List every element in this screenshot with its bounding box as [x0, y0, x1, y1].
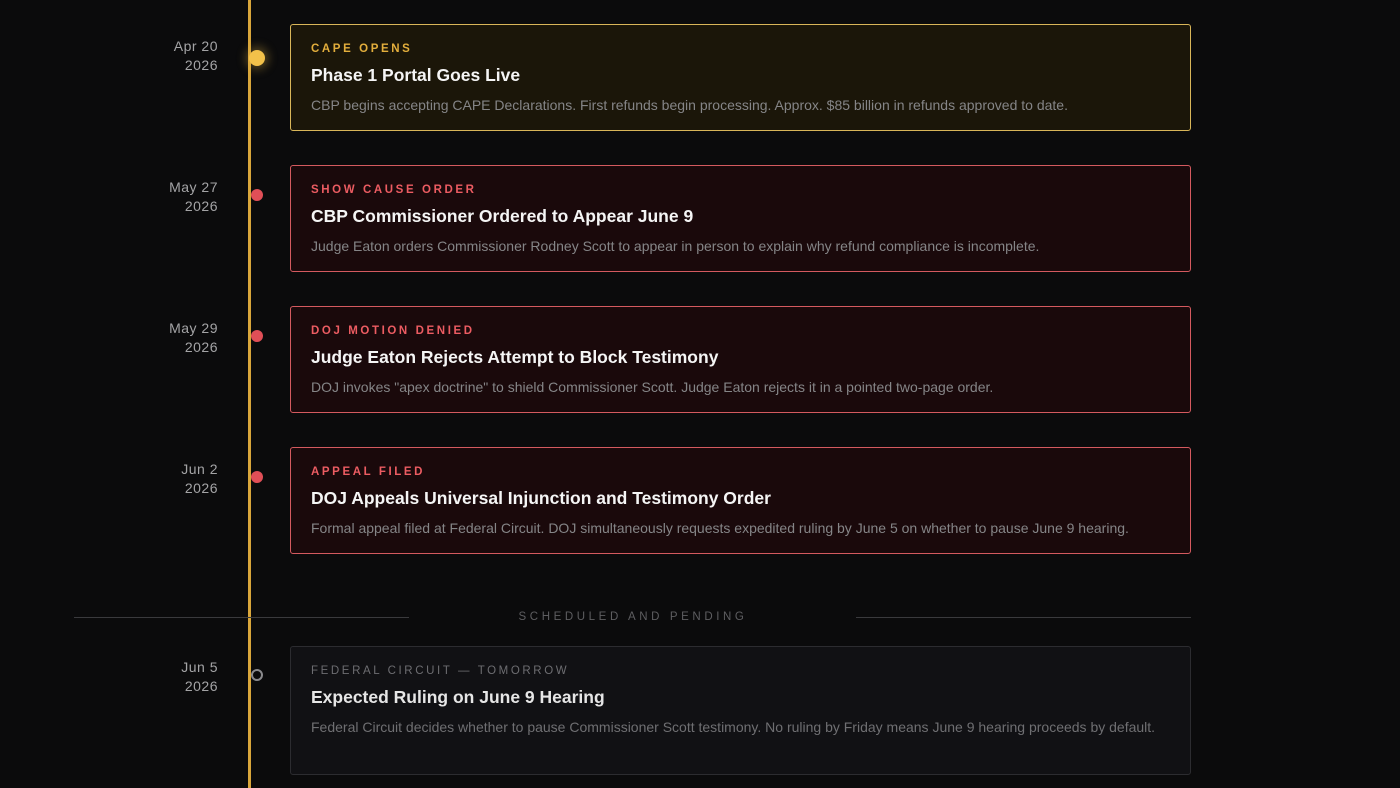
event-date-year: 2026 — [184, 198, 218, 214]
event-description: DOJ invokes "apex doctrine" to shield Co… — [311, 379, 994, 395]
timeline-spine — [248, 0, 251, 788]
event-date-day: Jun 5 — [181, 659, 218, 675]
event-card-cape-opens[interactable]: CAPE OPENS Phase 1 Portal Goes Live CBP … — [290, 24, 1191, 131]
event-date: Jun 5 2026 — [120, 658, 218, 696]
event-tag: DOJ MOTION DENIED — [311, 325, 475, 337]
event-description: Judge Eaton orders Commissioner Rodney S… — [311, 238, 1040, 254]
event-date-day: Apr 20 — [173, 38, 218, 54]
event-card-pending-ruling[interactable]: FEDERAL CIRCUIT — TOMORROW Expected Ruli… — [290, 646, 1191, 775]
event-date: May 27 2026 — [120, 178, 218, 216]
event-card-appeal-filed[interactable]: APPEAL FILED DOJ Appeals Universal Injun… — [290, 447, 1191, 554]
event-tag: FEDERAL CIRCUIT — TOMORROW — [311, 665, 570, 677]
event-description: Federal Circuit decides whether to pause… — [311, 719, 1156, 735]
event-date-year: 2026 — [184, 57, 218, 73]
event-dot-icon — [251, 471, 263, 483]
pending-dot-icon — [251, 669, 263, 681]
event-card-show-cause[interactable]: SHOW CAUSE ORDER CBP Commissioner Ordere… — [290, 165, 1191, 272]
event-description: CBP begins accepting CAPE Declarations. … — [311, 97, 1068, 113]
event-tag: SHOW CAUSE ORDER — [311, 184, 477, 196]
event-date-day: May 29 — [169, 320, 218, 336]
event-title: DOJ Appeals Universal Injunction and Tes… — [311, 488, 771, 508]
event-description: Formal appeal filed at Federal Circuit. … — [311, 520, 1129, 536]
event-date-year: 2026 — [184, 678, 218, 694]
event-date-day: Jun 2 — [181, 461, 218, 477]
section-divider-left — [74, 617, 409, 618]
event-tag: CAPE OPENS — [311, 43, 413, 55]
event-date: Apr 20 2026 — [120, 37, 218, 75]
event-title: Judge Eaton Rejects Attempt to Block Tes… — [311, 347, 719, 367]
event-title: Phase 1 Portal Goes Live — [311, 65, 521, 85]
timeline-page: Apr 20 2026 CAPE OPENS Phase 1 Portal Go… — [0, 0, 1400, 788]
section-divider-label: SCHEDULED AND PENDING — [518, 611, 748, 623]
event-title: Expected Ruling on June 9 Hearing — [311, 687, 605, 707]
event-date-year: 2026 — [184, 339, 218, 355]
event-date-day: May 27 — [169, 179, 218, 195]
event-date: Jun 2 2026 — [120, 460, 218, 498]
event-date: May 29 2026 — [120, 319, 218, 357]
section-divider-right — [856, 617, 1191, 618]
event-date-year: 2026 — [184, 480, 218, 496]
event-card-motion-denied[interactable]: DOJ MOTION DENIED Judge Eaton Rejects At… — [290, 306, 1191, 413]
event-title: CBP Commissioner Ordered to Appear June … — [311, 206, 694, 226]
event-dot-icon — [251, 189, 263, 201]
event-tag: APPEAL FILED — [311, 466, 426, 478]
event-dot-icon — [251, 330, 263, 342]
milestone-dot-icon — [249, 50, 265, 66]
